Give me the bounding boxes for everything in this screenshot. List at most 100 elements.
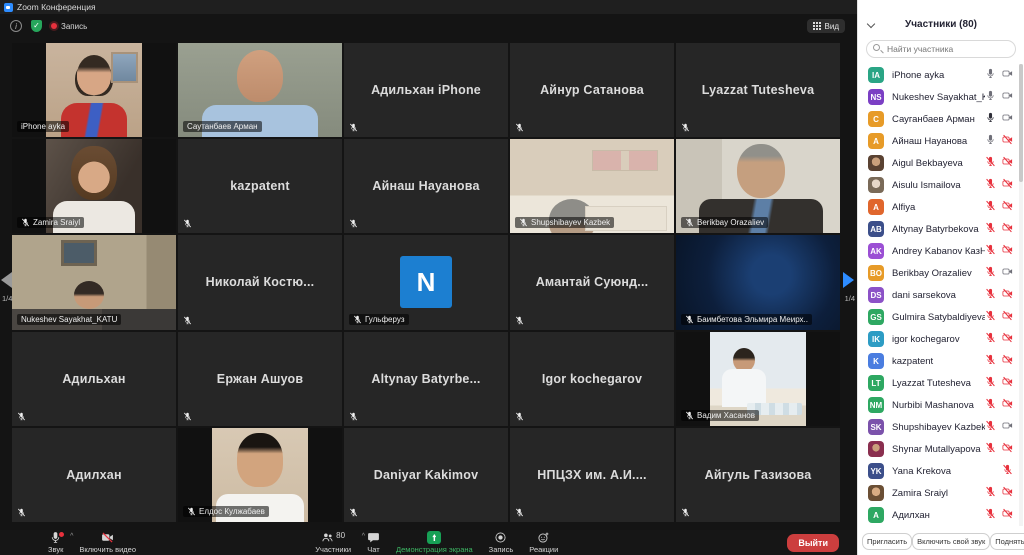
- video-tile[interactable]: Айнур Сатанова: [510, 43, 674, 137]
- participant-row[interactable]: Aisulu Ismailova: [858, 174, 1021, 196]
- mic-off-icon[interactable]: [985, 506, 996, 524]
- video-tile[interactable]: Елдос Кулжабаев: [178, 428, 342, 522]
- video-tile[interactable]: Shupshibayev Kazbek: [510, 139, 674, 233]
- prev-page-arrow-icon[interactable]: [1, 272, 12, 288]
- mic-off-icon[interactable]: [1002, 462, 1013, 480]
- camera-icon[interactable]: [1002, 110, 1013, 128]
- participant-row[interactable]: Kkazpatent: [858, 350, 1021, 372]
- camera-icon[interactable]: [1002, 264, 1013, 282]
- camera-off-icon[interactable]: [1002, 286, 1013, 304]
- participant-row[interactable]: Aigul Bekbayeva: [858, 152, 1021, 174]
- mic-icon[interactable]: [985, 66, 996, 84]
- participant-row[interactable]: LTLyazzat Tutesheva: [858, 372, 1021, 394]
- camera-icon[interactable]: [1002, 66, 1013, 84]
- participant-row[interactable]: AKAndrey Kabanov КазНИИЛХА: [858, 240, 1021, 262]
- audio-button[interactable]: ^ Звук: [40, 531, 71, 554]
- video-tile[interactable]: Адилхан: [12, 428, 176, 522]
- search-input[interactable]: [866, 40, 1016, 58]
- mic-off-icon[interactable]: [985, 352, 996, 370]
- camera-off-icon[interactable]: [1002, 132, 1013, 150]
- view-button[interactable]: Вид: [807, 19, 845, 33]
- video-tile[interactable]: Nukeshev Sayakhat_KATU: [12, 235, 176, 329]
- chat-button[interactable]: Чат: [359, 531, 388, 554]
- mic-off-icon[interactable]: [985, 308, 996, 326]
- leave-button[interactable]: Выйти: [787, 534, 839, 552]
- next-page-arrow-icon[interactable]: [843, 272, 854, 288]
- participants-button[interactable]: 80 ^ Участники: [307, 531, 359, 554]
- mic-off-icon[interactable]: [985, 264, 996, 282]
- participant-row[interactable]: YKYana Krekova: [858, 460, 1021, 482]
- participant-row[interactable]: IAiPhone ayka: [858, 64, 1021, 86]
- mic-icon[interactable]: [985, 88, 996, 106]
- mic-icon[interactable]: [985, 110, 996, 128]
- mic-off-icon[interactable]: [985, 242, 996, 260]
- participant-row[interactable]: AАйнаш Науанова: [858, 130, 1021, 152]
- mic-off-icon[interactable]: [985, 286, 996, 304]
- camera-off-icon[interactable]: [1002, 352, 1013, 370]
- video-tile[interactable]: Айгуль Газизова: [676, 428, 840, 522]
- participant-row[interactable]: NSNukeshev Sayakhat_KATU: [858, 86, 1021, 108]
- mic-off-icon[interactable]: [985, 440, 996, 458]
- video-button[interactable]: Включить видео: [71, 531, 144, 554]
- video-tile[interactable]: Николай Костю...: [178, 235, 342, 329]
- participant-row[interactable]: Zamira Sraiyl: [858, 482, 1021, 504]
- participant-row[interactable]: AAlfiya: [858, 196, 1021, 218]
- video-tile[interactable]: iPhone ayka: [12, 43, 176, 137]
- reactions-button[interactable]: Реакции: [521, 531, 566, 554]
- recording-indicator[interactable]: Запись: [51, 22, 87, 31]
- participant-row[interactable]: NMNurbibi Mashanova: [858, 394, 1021, 416]
- panel-scrollbar[interactable]: [1019, 64, 1023, 526]
- participant-row[interactable]: SKShupshibayev Kazbek: [858, 416, 1021, 438]
- camera-off-icon[interactable]: [1002, 484, 1013, 502]
- mic-off-icon[interactable]: [985, 154, 996, 172]
- video-tile[interactable]: Daniyar Kakimov: [344, 428, 508, 522]
- camera-off-icon[interactable]: [1002, 176, 1013, 194]
- participant-row[interactable]: IKigor kochegarov: [858, 328, 1021, 350]
- mic-off-icon[interactable]: [985, 198, 996, 216]
- camera-off-icon[interactable]: [1002, 242, 1013, 260]
- participant-row[interactable]: ABAltynay Batyrbekova: [858, 218, 1021, 240]
- camera-off-icon[interactable]: [1002, 198, 1013, 216]
- mic-off-icon[interactable]: [985, 374, 996, 392]
- camera-off-icon[interactable]: [1002, 220, 1013, 238]
- participant-row[interactable]: BOBerikbay Orazaliev: [858, 262, 1021, 284]
- video-tile[interactable]: Berikbay Orazaliev: [676, 139, 840, 233]
- record-button[interactable]: Запись: [481, 531, 522, 554]
- participant-row[interactable]: DSdani sarsekova: [858, 284, 1021, 306]
- participant-row[interactable]: Shynar Mutallyapova: [858, 438, 1021, 460]
- participant-row[interactable]: AАдилхан: [858, 504, 1021, 526]
- security-shield-icon[interactable]: ✓: [31, 20, 42, 32]
- video-tile[interactable]: Саутанбаев Арман: [178, 43, 342, 137]
- camera-off-icon[interactable]: [1002, 440, 1013, 458]
- unmute-button[interactable]: Включить свой звук: [912, 533, 990, 550]
- camera-off-icon[interactable]: [1002, 330, 1013, 348]
- participant-row[interactable]: GSGulmira Satybaldiyeva KATU: [858, 306, 1021, 328]
- video-tile[interactable]: Altynay Batyrbe...: [344, 332, 508, 426]
- mic-off-icon[interactable]: [985, 484, 996, 502]
- mic-off-icon[interactable]: [985, 176, 996, 194]
- raise-hand-button[interactable]: Поднять руку: [990, 533, 1024, 550]
- mic-off-icon[interactable]: [985, 220, 996, 238]
- mic-off-icon[interactable]: [985, 418, 996, 436]
- video-tile[interactable]: Адильхан: [12, 332, 176, 426]
- video-tile[interactable]: НПЦЗХ им. А.И....: [510, 428, 674, 522]
- share-screen-button[interactable]: Демонстрация экрана: [388, 531, 481, 554]
- video-tile[interactable]: Lyazzat Tutesheva: [676, 43, 840, 137]
- mic-off-icon[interactable]: [985, 330, 996, 348]
- video-tile[interactable]: Адильхан iPhone: [344, 43, 508, 137]
- video-tile[interactable]: ВАДИМ ХАСАНОВВадим Хасанов: [676, 332, 840, 426]
- invite-button[interactable]: Пригласить: [862, 533, 912, 550]
- mic-icon[interactable]: [985, 132, 996, 150]
- camera-off-icon[interactable]: [1002, 506, 1013, 524]
- camera-off-icon[interactable]: [1002, 374, 1013, 392]
- participant-row[interactable]: CСауганбаев Арман: [858, 108, 1021, 130]
- video-tile[interactable]: zoomБаимбетова Эльмира Меирх..: [676, 235, 840, 329]
- video-tile[interactable]: Айнаш Науанова: [344, 139, 508, 233]
- video-tile[interactable]: NГульферуз: [344, 235, 508, 329]
- camera-icon[interactable]: [1002, 418, 1013, 436]
- camera-icon[interactable]: [1002, 88, 1013, 106]
- video-tile[interactable]: Ержан Ашуов: [178, 332, 342, 426]
- scrollbar-thumb[interactable]: [1019, 64, 1023, 182]
- video-tile[interactable]: Амантай Суюнд...: [510, 235, 674, 329]
- video-tile[interactable]: Igor kochegarov: [510, 332, 674, 426]
